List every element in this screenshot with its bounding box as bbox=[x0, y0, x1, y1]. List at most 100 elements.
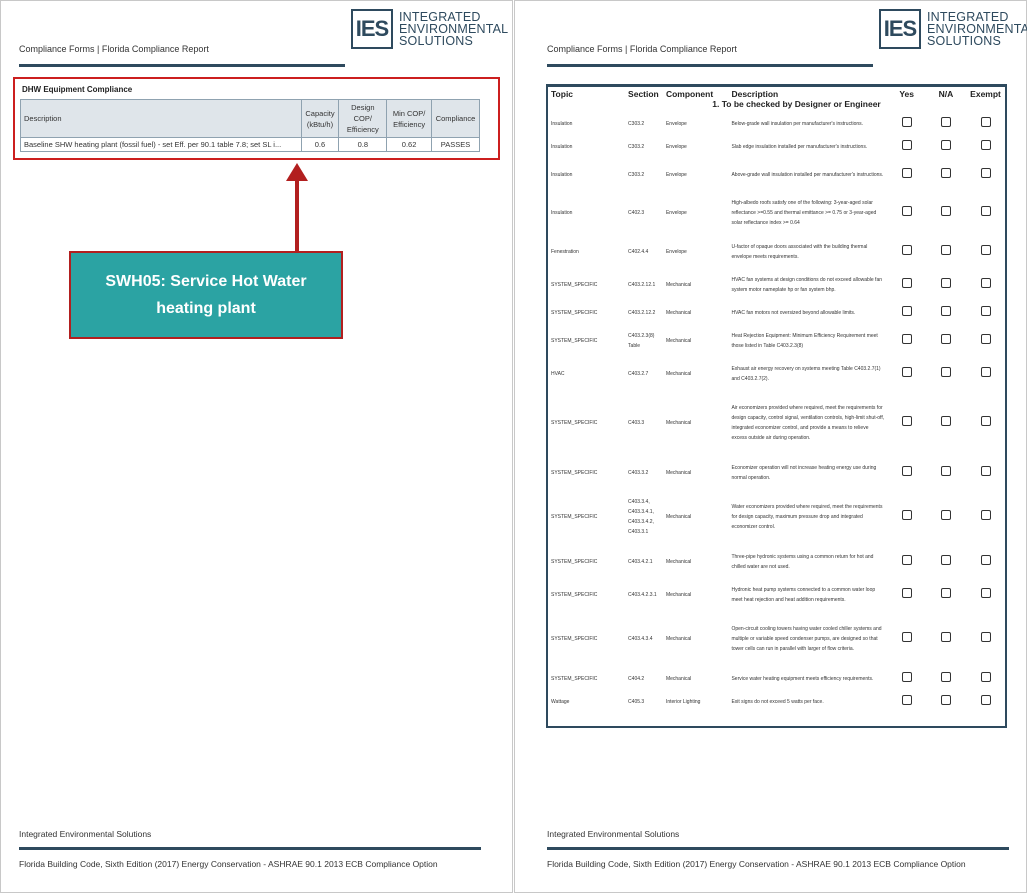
checkbox-yes[interactable] bbox=[901, 671, 912, 682]
checklist-yes-cell bbox=[887, 301, 926, 324]
checkbox-exempt[interactable] bbox=[980, 206, 991, 216]
checklist-topic: Insulation bbox=[551, 171, 573, 178]
checklist-exempt-cell bbox=[965, 158, 1005, 191]
checklist-exempt-cell bbox=[965, 324, 1005, 357]
checkbox-na[interactable] bbox=[940, 277, 951, 288]
checkbox-yes[interactable] bbox=[901, 305, 912, 316]
checklist-description: Heat Rejection Equipment: Minimum Effici… bbox=[731, 332, 878, 349]
checklist-yes-cell bbox=[887, 489, 926, 545]
checkbox-na[interactable] bbox=[940, 694, 951, 705]
checkbox-yes[interactable] bbox=[901, 206, 912, 216]
checklist-na-cell bbox=[926, 301, 965, 324]
checklist-component: Mechanical bbox=[665, 675, 692, 682]
checklist-na-cell bbox=[926, 135, 965, 158]
checklist-na-cell bbox=[926, 489, 965, 545]
checkbox-yes[interactable] bbox=[901, 139, 912, 150]
annotation-callout: SWH05: Service Hot Water heating plant bbox=[69, 251, 343, 339]
checklist-yes-cell bbox=[887, 545, 926, 578]
table-row: Insulation C303.2 Envelope Below-grade wall… bbox=[548, 112, 1005, 135]
checkbox-exempt[interactable] bbox=[980, 277, 991, 288]
checkbox-na[interactable] bbox=[940, 587, 951, 598]
checkbox-exempt[interactable] bbox=[980, 554, 991, 565]
checkbox-yes[interactable] bbox=[901, 244, 912, 255]
checkbox-exempt[interactable] bbox=[980, 632, 991, 642]
checkbox-yes[interactable] bbox=[901, 416, 912, 426]
checkbox-exempt[interactable] bbox=[980, 167, 991, 178]
checkbox-exempt[interactable] bbox=[980, 510, 991, 520]
checklist-section: C403.2.12.1 bbox=[628, 281, 656, 288]
checkbox-exempt[interactable] bbox=[980, 465, 991, 476]
checklist-exempt-cell bbox=[965, 191, 1005, 235]
checklist-exempt-cell bbox=[965, 112, 1005, 135]
checkbox-yes[interactable] bbox=[901, 510, 912, 520]
checkbox-exempt[interactable] bbox=[980, 416, 991, 426]
checkbox-na[interactable] bbox=[940, 139, 951, 150]
col-topic: Topic bbox=[551, 89, 574, 99]
checklist-na-cell bbox=[926, 578, 965, 611]
checkbox-na[interactable] bbox=[940, 632, 951, 642]
checkbox-yes[interactable] bbox=[901, 587, 912, 598]
checkbox-na[interactable] bbox=[940, 416, 951, 426]
checkbox-exempt[interactable] bbox=[980, 139, 991, 150]
checkbox-yes[interactable] bbox=[901, 632, 912, 642]
checkbox-yes[interactable] bbox=[901, 277, 912, 288]
checkbox-exempt[interactable] bbox=[980, 587, 991, 598]
checklist-yes-cell bbox=[887, 690, 926, 713]
checklist-topic: SYSTEM_SPECIFIC bbox=[551, 558, 598, 565]
checklist-exempt-cell bbox=[965, 456, 1005, 489]
checkbox-na[interactable] bbox=[940, 244, 951, 255]
checkbox-exempt[interactable] bbox=[980, 244, 991, 255]
footer-rule bbox=[19, 847, 481, 850]
checkbox-exempt[interactable] bbox=[980, 366, 991, 377]
table-row: SYSTEM_SPECIFIC C403.2.12.1 Mechanical HVAC… bbox=[548, 268, 1005, 301]
checklist-description: Exit signs do not exceed 5 watts per fac… bbox=[731, 698, 824, 705]
checkbox-yes[interactable] bbox=[901, 465, 912, 476]
checkbox-yes[interactable] bbox=[901, 554, 912, 565]
checklist-topic: SYSTEM_SPECIFIC bbox=[551, 636, 598, 642]
col-exempt: Exempt bbox=[970, 89, 1001, 99]
table-row: Insulation C303.2 Envelope Above-grade wall… bbox=[548, 158, 1005, 191]
checkbox-exempt[interactable] bbox=[980, 116, 991, 127]
checklist-topic: Insulation bbox=[551, 210, 573, 216]
checkbox-yes[interactable] bbox=[901, 366, 912, 377]
checkbox-yes[interactable] bbox=[901, 694, 912, 705]
checkbox-na[interactable] bbox=[940, 206, 951, 216]
checkbox-na[interactable] bbox=[940, 305, 951, 316]
table-row: SYSTEM_SPECIFIC C403.3.2 Mechanical Economi… bbox=[548, 456, 1005, 489]
checklist-section: C303.2 bbox=[628, 171, 645, 178]
checklist-description: Exhaust air energy recovery on systems m… bbox=[731, 365, 881, 382]
checkbox-na[interactable] bbox=[940, 116, 951, 127]
table-row: HVAC C403.2.7 Mechanical Exhaust air energy… bbox=[548, 357, 1005, 390]
checkbox-yes[interactable] bbox=[901, 116, 912, 127]
checkbox-na[interactable] bbox=[940, 366, 951, 377]
checkbox-na[interactable] bbox=[940, 465, 951, 476]
checkbox-na[interactable] bbox=[940, 333, 951, 344]
checkbox-yes[interactable] bbox=[901, 167, 912, 178]
checklist-na-cell bbox=[926, 690, 965, 713]
checkbox-exempt[interactable] bbox=[980, 694, 991, 705]
checklist-topic: HVAC bbox=[551, 370, 565, 377]
checklist-topic: Insulation bbox=[551, 120, 573, 127]
checklist-section: C405.3 bbox=[628, 698, 645, 705]
checklist-component: Mechanical bbox=[665, 370, 692, 377]
checkbox-exempt[interactable] bbox=[980, 333, 991, 344]
table-row: SYSTEM_SPECIFIC C404.2 Mechanical Service w… bbox=[548, 667, 1005, 690]
checkbox-exempt[interactable] bbox=[980, 671, 991, 682]
checklist-yes-cell bbox=[887, 667, 926, 690]
checklist-topic: Insulation bbox=[551, 143, 573, 150]
checkbox-exempt[interactable] bbox=[980, 305, 991, 316]
checkbox-yes[interactable] bbox=[901, 333, 912, 344]
checklist-exempt-cell bbox=[965, 667, 1005, 690]
checklist-topic: SYSTEM_SPECIFIC bbox=[551, 309, 598, 316]
annotation-arrow-shaft bbox=[295, 180, 299, 252]
footer-code: Florida Building Code, Sixth Edition (20… bbox=[547, 859, 966, 869]
checkbox-na[interactable] bbox=[940, 554, 951, 565]
checkbox-na[interactable] bbox=[940, 671, 951, 682]
checklist-topic: SYSTEM_SPECIFIC bbox=[551, 281, 598, 288]
checkbox-na[interactable] bbox=[940, 167, 951, 178]
table-row: Fenestration C402.4.4 Envelope U-factor of … bbox=[548, 235, 1005, 268]
checklist-na-cell bbox=[926, 324, 965, 357]
checklist-topic: SYSTEM_SPECIFIC bbox=[551, 514, 598, 520]
checkbox-na[interactable] bbox=[940, 510, 951, 520]
checklist-section: C404.2 bbox=[628, 675, 645, 682]
